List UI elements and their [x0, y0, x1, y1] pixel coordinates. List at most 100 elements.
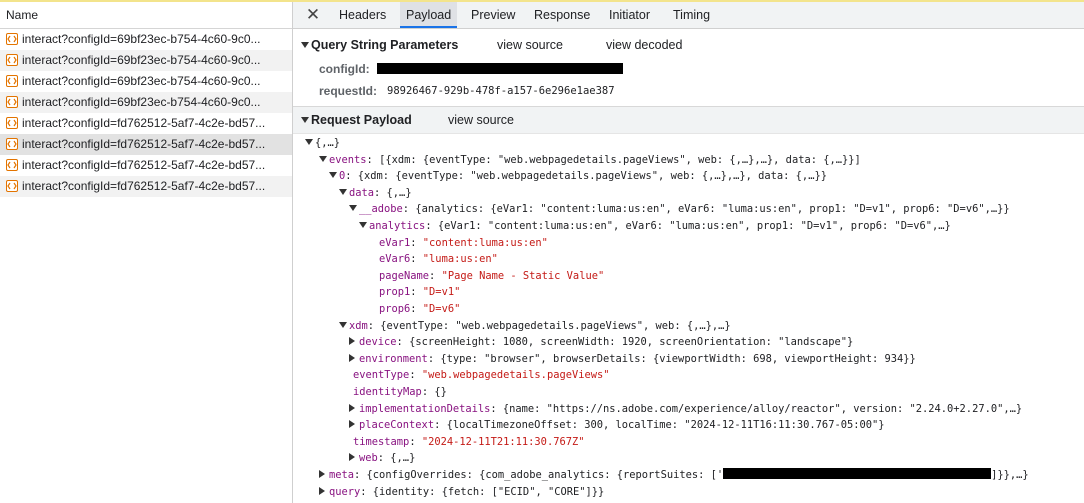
request-name: interact?configId=fd762512-5af7-4c2e-bd5… — [22, 137, 266, 151]
tree-value: {identity: {fetch: ["ECID", "CORE"]}} — [372, 485, 605, 498]
tree-value: "Page Name - Static Value" — [441, 269, 605, 282]
tab-initiator[interactable]: Initiator — [609, 2, 650, 28]
request-row[interactable]: interact?configId=69bf23ec-b754-4c60-9c0… — [0, 92, 292, 113]
expand-triangle-icon[interactable] — [319, 152, 329, 169]
query-string-header[interactable]: Query String Parameters — [301, 34, 458, 56]
xhr-request-icon — [6, 33, 18, 45]
payload-tree-line[interactable]: query: {identity: {fetch: ["ECID", "CORE… — [319, 484, 604, 501]
expand-triangle-icon[interactable] — [349, 201, 359, 218]
expand-triangle-icon[interactable] — [305, 135, 315, 152]
request-id-value: 98926467-929b-478f-a157-6e296e1ae387 — [387, 85, 615, 97]
collapsed-triangle-icon[interactable] — [349, 351, 359, 368]
collapsed-triangle-icon[interactable] — [349, 450, 359, 467]
request-name: interact?configId=69bf23ec-b754-4c60-9c0… — [22, 74, 261, 88]
close-icon[interactable]: ✕ — [303, 5, 323, 25]
request-row[interactable]: interact?configId=69bf23ec-b754-4c60-9c0… — [0, 71, 292, 92]
tree-value: "2024-12-11T21:11:30.767Z" — [421, 435, 585, 448]
tree-value-tail: ]}},…} — [991, 469, 1029, 481]
payload-tree-line[interactable]: placeContext: {localTimezoneOffset: 300,… — [349, 417, 885, 434]
request-row[interactable]: interact?configId=fd762512-5af7-4c2e-bd5… — [0, 134, 292, 155]
tree-key: timestamp — [353, 435, 410, 448]
payload-tree-line: eVar1: "content:luma:us:en" — [379, 236, 548, 249]
tree-value: {} — [434, 386, 447, 398]
tree-value: {localTimezoneOffset: 300, localTime: "2… — [446, 419, 885, 432]
tree-value: {xdm: {eventType: "web.webpagedetails.pa… — [357, 170, 827, 183]
tree-key: environment — [359, 352, 428, 365]
tree-key: eVar6 — [379, 253, 411, 266]
tree-key: eventType — [353, 369, 410, 382]
payload-tree-line[interactable]: xdm: {eventType: "web.webpagedetails.pag… — [339, 318, 731, 335]
name-column-header[interactable]: Name — [0, 2, 292, 29]
tree-value: {type: "browser", browserDetails: {viewp… — [440, 352, 916, 365]
request-row[interactable]: interact?configId=69bf23ec-b754-4c60-9c0… — [0, 29, 292, 50]
collapsed-triangle-icon[interactable] — [319, 484, 329, 501]
expand-triangle-icon[interactable] — [339, 318, 349, 335]
payload-tree-line[interactable]: device: {screenHeight: 1080, screenWidth… — [349, 334, 853, 351]
collapsed-triangle-icon[interactable] — [349, 334, 359, 351]
tab-headers[interactable]: Headers — [339, 2, 386, 28]
collapsed-triangle-icon[interactable] — [349, 401, 359, 418]
xhr-request-icon — [6, 180, 18, 192]
collapsed-triangle-icon[interactable] — [349, 417, 359, 434]
request-payload-title: Request Payload — [311, 113, 412, 127]
request-payload-header-bar: Request Payload view source — [293, 106, 1084, 134]
tree-value: [{xdm: {eventType: "web.webpagedetails.p… — [379, 153, 861, 166]
request-list-panel: Name interact?configId=69bf23ec-b754-4c6… — [0, 2, 293, 503]
tree-key: pageName — [379, 269, 430, 282]
request-payload-header[interactable]: Request Payload — [301, 109, 412, 131]
payload-tree-line[interactable]: environment: {type: "browser", browserDe… — [349, 351, 916, 368]
query-string-title: Query String Parameters — [311, 38, 459, 52]
tree-key: device — [359, 336, 397, 349]
tree-value: {,…} — [390, 452, 416, 465]
query-string-section: Query String Parameters view source view… — [293, 29, 1084, 105]
tab-timing[interactable]: Timing — [673, 2, 710, 28]
request-row[interactable]: interact?configId=fd762512-5af7-4c2e-bd5… — [0, 155, 292, 176]
view-source-link[interactable]: view source — [497, 38, 563, 52]
tab-preview[interactable]: Preview — [471, 2, 515, 28]
xhr-request-icon — [6, 54, 18, 66]
payload-tree-line[interactable]: implementationDetails: {name: "https://n… — [349, 401, 1022, 418]
request-name: interact?configId=69bf23ec-b754-4c60-9c0… — [22, 95, 261, 109]
payload-tree-line[interactable]: 0: {xdm: {eventType: "web.webpagedetails… — [329, 168, 827, 185]
redacted-config-id — [377, 63, 623, 74]
payload-view-source-link[interactable]: view source — [448, 113, 514, 127]
tree-value: {name: "https://ns.adobe.com/experience/… — [502, 402, 1023, 415]
expand-triangle-icon[interactable] — [359, 218, 369, 235]
xhr-request-icon — [6, 75, 18, 87]
request-name: interact?configId=fd762512-5af7-4c2e-bd5… — [22, 179, 266, 193]
payload-tree-line[interactable]: analytics: {eVar1: "content:luma:us:en",… — [359, 218, 951, 235]
payload-tree-line[interactable]: data: {,…} — [339, 185, 412, 202]
payload-tree-line: timestamp: "2024-12-11T21:11:30.767Z" — [353, 435, 585, 448]
payload-tree-line[interactable]: events: [{xdm: {eventType: "web.webpaged… — [319, 152, 861, 169]
payload-tree-line[interactable]: web: {,…} — [349, 450, 415, 467]
expand-triangle-icon[interactable] — [339, 185, 349, 202]
tree-key: data — [349, 186, 375, 199]
request-details-panel: ✕ Headers Payload Preview Response Initi… — [293, 2, 1084, 503]
expand-triangle-icon[interactable] — [329, 168, 339, 185]
collapsed-triangle-icon[interactable] — [319, 467, 329, 484]
payload-tree-line[interactable]: __adobe: {analytics: {eVar1: "content:lu… — [349, 201, 1010, 218]
view-decoded-link[interactable]: view decoded — [606, 38, 682, 52]
request-row[interactable]: interact?configId=fd762512-5af7-4c2e-bd5… — [0, 113, 292, 134]
xhr-request-icon — [6, 117, 18, 129]
tab-payload[interactable]: Payload — [400, 2, 458, 28]
payload-tree-line: prop1: "D=v1" — [379, 286, 461, 299]
request-row[interactable]: interact?configId=fd762512-5af7-4c2e-bd5… — [0, 176, 292, 197]
tree-key: xdm — [349, 319, 368, 332]
payload-tree-line: identityMap: {} — [353, 386, 447, 398]
collapse-triangle-icon[interactable] — [301, 117, 309, 123]
payload-tree-line[interactable]: meta: {configOverrides: {com_adobe_analy… — [319, 467, 1029, 484]
tree-value: {,…} — [386, 186, 412, 199]
tab-response[interactable]: Response — [534, 2, 590, 28]
tree-value: {analytics: {eVar1: "content:luma:us:en"… — [415, 203, 1010, 216]
request-name: interact?configId=fd762512-5af7-4c2e-bd5… — [22, 158, 266, 172]
tree-value: {eventType: "web.webpagedetails.pageView… — [380, 319, 731, 332]
tree-key: placeContext — [359, 419, 435, 432]
tree-value: "content:luma:us:en" — [422, 236, 548, 249]
tree-value: {screenHeight: 1080, screenWidth: 1920, … — [409, 336, 854, 349]
collapse-triangle-icon[interactable] — [301, 42, 309, 48]
tree-value: "web.webpagedetails.pageViews" — [421, 369, 610, 382]
request-id-label: requestId: — [319, 84, 378, 98]
request-row[interactable]: interact?configId=69bf23ec-b754-4c60-9c0… — [0, 50, 292, 71]
payload-tree-line[interactable]: {,…} — [305, 135, 340, 152]
